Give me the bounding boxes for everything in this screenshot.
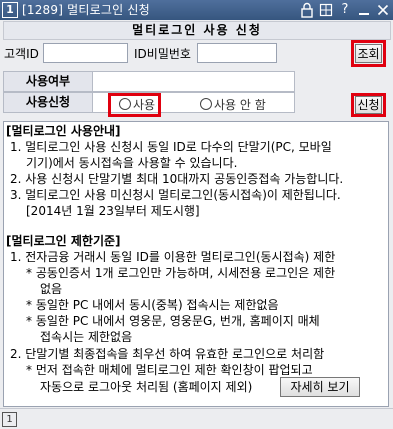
- customer-id-input[interactable]: [43, 43, 128, 63]
- status-number-badge: 1: [2, 412, 17, 427]
- info-panel: [멀티로그인 사용안내] 1. 멀티로그인 사용 신청시 동일 ID로 다수의 …: [3, 121, 389, 407]
- status-bar: 1: [0, 408, 393, 429]
- s1-note: [2014년 1월 23일부터 제도시행]: [26, 204, 200, 218]
- title-bar-icons: ?: [299, 2, 391, 18]
- section2-title: [멀티로그인 제한기준]: [6, 234, 121, 248]
- multi-login-window: 1 [1289] 멀티로그인 신청 ? 멀티로그인 사용 신청 고객ID ID비…: [0, 0, 393, 429]
- s2-bullet4-line2: 자동으로 로그아웃 처리됨 (홈페이지 제외): [40, 380, 253, 394]
- s2-bullet3-line1: * 동일한 PC 내에서 영웅문, 영웅문G, 번개, 홈페이지 매체: [26, 314, 320, 328]
- page-title: 멀티로그인 사용 신청: [3, 21, 391, 40]
- s1-item1-line1: 1. 멀티로그인 사용 신청시 동일 ID로 다수의 단말기(PC, 모바일: [10, 140, 332, 154]
- radio-not-use-label: 사용 안 함: [214, 98, 266, 112]
- s1-item1-line2: 기기)에서 동시접속을 사용할 수 있습니다.: [26, 156, 238, 170]
- apply-button[interactable]: 신청: [355, 96, 382, 114]
- s2-item2: 2. 단말기별 최종접속을 최우선 하여 유효한 로그인으로 처리함: [10, 347, 325, 361]
- s1-item2: 2. 사용 신청시 단말기별 최대 10대까지 공동인증접속 가능합니다.: [10, 172, 344, 186]
- lock-icon[interactable]: [299, 2, 315, 18]
- customer-id-label: 고객ID: [4, 47, 39, 61]
- s1-item3: 3. 멀티로그인 사용 미신청시 멀티로그인(동시접속)이 제한됩니다.: [10, 188, 341, 202]
- use-status-label: 사용여부: [4, 72, 93, 91]
- use-status-row: 사용여부: [3, 71, 295, 92]
- detail-button[interactable]: 자세히 보기: [280, 377, 360, 397]
- search-button[interactable]: 조회: [355, 44, 382, 63]
- window-number-badge: 1: [2, 2, 18, 18]
- section1-title: [멀티로그인 사용안내]: [6, 124, 121, 138]
- s2-bullet1-line1: * 공동인증서 1개 로그인만 가능하며, 시세전용 로그인은 제한: [26, 266, 336, 280]
- password-input[interactable]: [197, 43, 277, 63]
- grid-icon[interactable]: [318, 2, 334, 18]
- s2-bullet4-line1: * 먼저 접속한 매체에 멀티로그인 제한 확인창이 팝업되고: [26, 363, 313, 377]
- s2-bullet2: * 동일한 PC 내에서 동시(중복) 접속시는 제한없음: [26, 298, 279, 312]
- help-icon[interactable]: ?: [337, 2, 353, 18]
- s2-bullet3-line2: 접속시는 제한없음: [40, 330, 133, 344]
- window-title: [1289] 멀티로그인 신청: [22, 3, 150, 17]
- s2-bullet1-line2: 없음: [40, 282, 63, 296]
- radio-use-highlight: [108, 93, 161, 117]
- s2-item1: 1. 전자금융 거래시 동일 ID를 이용한 멀티로그인(동시접속) 제한: [10, 250, 336, 264]
- minimize-icon[interactable]: [356, 2, 372, 18]
- title-bar[interactable]: 1 [1289] 멀티로그인 신청 ?: [0, 0, 393, 20]
- apply-label: 사용신청: [4, 93, 93, 112]
- close-icon[interactable]: [375, 2, 391, 18]
- password-label: ID비밀번호: [134, 47, 191, 61]
- radio-not-use[interactable]: 사용 안 함: [200, 96, 266, 113]
- radio-not-use-circle[interactable]: [200, 98, 212, 110]
